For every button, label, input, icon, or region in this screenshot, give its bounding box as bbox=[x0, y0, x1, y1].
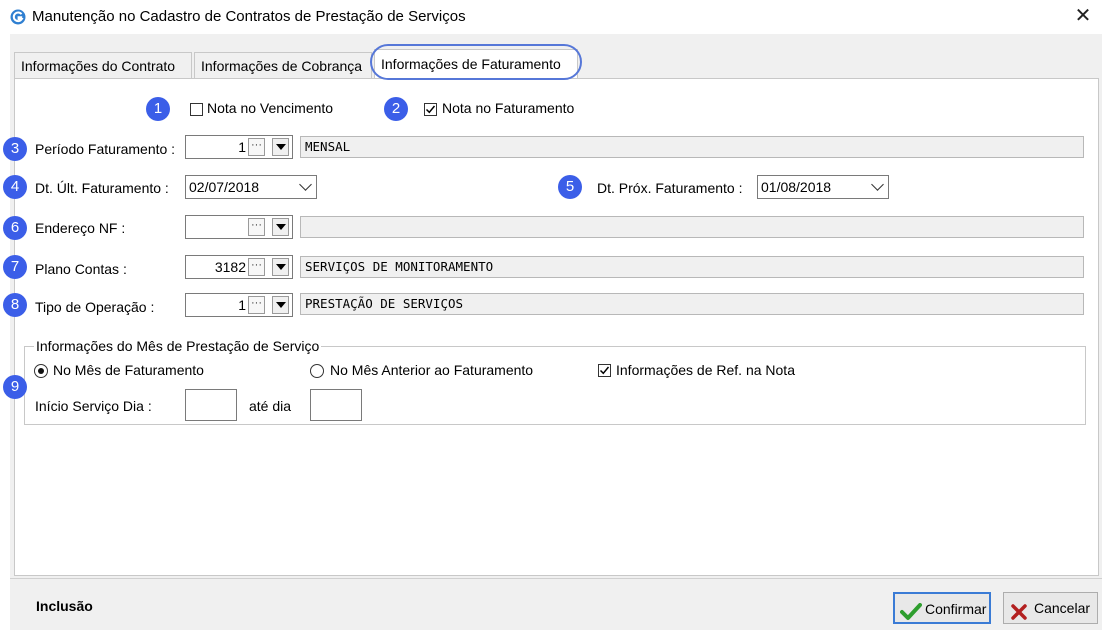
radio-selected-dot bbox=[38, 368, 44, 374]
tipo-code-value: 1 bbox=[238, 297, 246, 313]
mode-status: Inclusão bbox=[36, 598, 93, 614]
dt-ult-faturamento-label: Dt. Últ. Faturamento : bbox=[35, 180, 169, 196]
annotation-badge-5: 5 bbox=[558, 175, 582, 199]
ref-nota-label: Informações de Ref. na Nota bbox=[616, 362, 795, 378]
periodo-dropdown-button[interactable] bbox=[272, 138, 289, 156]
inicio-servico-label: Início Serviço Dia : bbox=[35, 398, 152, 414]
dt-prox-faturamento-datepicker[interactable]: 01/08/2018 bbox=[757, 175, 889, 199]
no-mes-anterior-label: No Mês Anterior ao Faturamento bbox=[330, 362, 534, 378]
endereco-lookup-button[interactable]: ··· bbox=[248, 218, 265, 236]
checkmark-icon bbox=[425, 105, 436, 114]
annotation-badge-1: 1 bbox=[146, 97, 170, 121]
nota-vencimento-checkbox[interactable] bbox=[190, 103, 203, 116]
plano-code-value: 3182 bbox=[214, 259, 246, 275]
plano-description: SERVIÇOS DE MONITORAMENTO bbox=[300, 256, 1084, 278]
checkmark-icon bbox=[599, 366, 610, 375]
confirm-label: Confirmar bbox=[925, 601, 987, 617]
chevron-down-icon bbox=[871, 178, 884, 191]
annotation-badge-3: 3 bbox=[3, 137, 27, 161]
annotation-badge-6: 6 bbox=[3, 216, 27, 240]
no-mes-anterior-radio[interactable] bbox=[310, 364, 324, 378]
annotation-badge-7: 7 bbox=[3, 255, 27, 279]
annotation-badge-2: 2 bbox=[384, 97, 408, 121]
tipo-lookup-button[interactable]: ··· bbox=[248, 296, 265, 314]
inicio-servico-dia-input[interactable] bbox=[185, 389, 237, 421]
window-title: Manutenção no Cadastro de Contratos de P… bbox=[32, 8, 466, 25]
no-mes-faturamento-label: No Mês de Faturamento bbox=[53, 362, 204, 378]
app-logo-icon bbox=[10, 9, 26, 25]
plano-contas-label: Plano Contas : bbox=[35, 261, 127, 277]
endereco-nf-label: Endereço NF : bbox=[35, 220, 126, 236]
annotation-badge-4: 4 bbox=[3, 175, 27, 199]
dropdown-arrow-icon bbox=[276, 302, 286, 308]
ref-nota-checkbox[interactable] bbox=[598, 364, 611, 377]
tab-cobranca[interactable]: Informações de Cobrança bbox=[194, 52, 372, 78]
endereco-dropdown-button[interactable] bbox=[272, 218, 289, 236]
ate-dia-label: até dia bbox=[249, 398, 292, 414]
plano-lookup-button[interactable]: ··· bbox=[248, 258, 265, 276]
tipo-operacao-label: Tipo de Operação : bbox=[35, 299, 155, 315]
dropdown-arrow-icon bbox=[276, 224, 286, 230]
cancel-label: Cancelar bbox=[1034, 600, 1091, 616]
dropdown-arrow-icon bbox=[276, 264, 286, 270]
annotation-badge-9: 9 bbox=[3, 375, 27, 399]
nota-faturamento-label: Nota no Faturamento bbox=[442, 100, 575, 116]
periodo-lookup-button[interactable]: ··· bbox=[248, 138, 265, 156]
dropdown-arrow-icon bbox=[276, 144, 286, 150]
chevron-down-icon bbox=[299, 178, 312, 191]
tab-contrato[interactable]: Informações do Contrato bbox=[14, 52, 192, 78]
ate-dia-input[interactable] bbox=[310, 389, 362, 421]
dt-ult-value: 02/07/2018 bbox=[189, 179, 260, 195]
tipo-dropdown-button[interactable] bbox=[272, 296, 289, 314]
mes-prestacao-group-title: Informações do Mês de Prestação de Servi… bbox=[34, 338, 322, 354]
no-mes-faturamento-radio[interactable] bbox=[34, 364, 48, 378]
confirm-button[interactable]: Confirmar bbox=[893, 592, 991, 624]
close-icon[interactable]: ✕ bbox=[1070, 5, 1096, 27]
mes-prestacao-groupbox bbox=[24, 346, 1086, 425]
periodo-code-value: 1 bbox=[238, 139, 246, 155]
periodo-faturamento-label: Período Faturamento : bbox=[35, 141, 176, 157]
nota-vencimento-label: Nota no Vencimento bbox=[207, 100, 334, 116]
nota-faturamento-checkbox[interactable] bbox=[424, 103, 437, 116]
check-icon bbox=[900, 601, 922, 631]
annotation-badge-8: 8 bbox=[3, 293, 27, 317]
dt-prox-value: 01/08/2018 bbox=[761, 179, 832, 195]
dt-prox-faturamento-label: Dt. Próx. Faturamento : bbox=[597, 180, 743, 196]
tab-faturamento[interactable]: Informações de Faturamento bbox=[374, 49, 578, 78]
dt-ult-faturamento-datepicker[interactable]: 02/07/2018 bbox=[185, 175, 317, 199]
tipo-description: PRESTAÇÃO DE SERVIÇOS bbox=[300, 293, 1084, 315]
plano-dropdown-button[interactable] bbox=[272, 258, 289, 276]
endereco-description bbox=[300, 216, 1084, 238]
periodo-description: MENSAL bbox=[300, 136, 1084, 158]
cancel-button[interactable]: Cancelar bbox=[1003, 592, 1098, 624]
x-icon bbox=[1011, 600, 1027, 630]
